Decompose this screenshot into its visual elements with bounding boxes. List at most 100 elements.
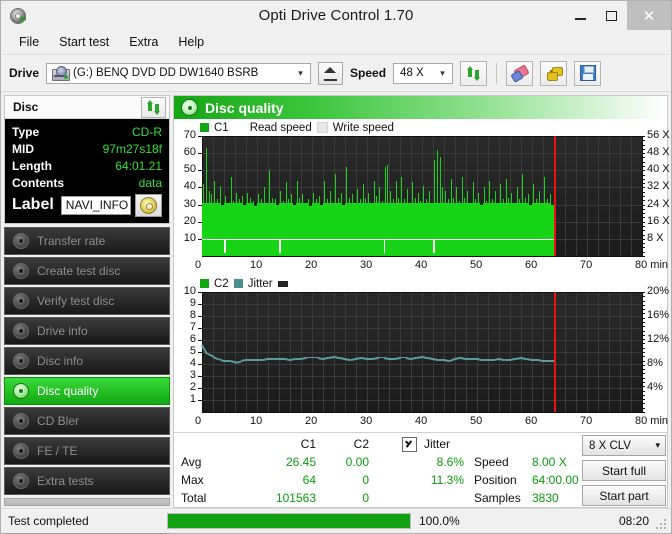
gridline-h: [202, 340, 642, 341]
c1-spike: [436, 149, 438, 203]
y2-tick-label: 4%: [647, 381, 663, 393]
speed-select[interactable]: 48 X ▾: [393, 62, 454, 84]
disc-refresh-button[interactable]: [141, 96, 166, 118]
jitter-segment: [532, 359, 538, 361]
sidebar-item-cd-bler[interactable]: CD Bler: [4, 407, 170, 435]
c1-spike: [340, 192, 342, 203]
y-tick-label: 40: [183, 180, 196, 193]
c1-spike: [472, 182, 474, 203]
c1-spike: [423, 185, 424, 203]
sidebar-item-extra-tests[interactable]: Extra tests: [4, 467, 170, 495]
disc-row-label: Label NAVI_INFO: [12, 193, 162, 217]
y-tick-label: 2: [189, 381, 196, 393]
plug-icon: [546, 66, 563, 81]
c1-spike: [329, 190, 331, 203]
jitter-checkbox[interactable]: [402, 437, 417, 452]
refresh-button[interactable]: [460, 60, 488, 86]
gridline-h: [202, 376, 642, 377]
c1-spike: [302, 194, 303, 203]
jitter-segment: [400, 356, 406, 359]
y-tick-label: 10: [183, 231, 196, 244]
c1-spike: [208, 190, 210, 203]
c1-spike: [324, 180, 325, 203]
sidebar-item-disc-quality[interactable]: Disc quality: [4, 377, 170, 405]
resize-grip-icon[interactable]: [656, 519, 667, 530]
drive-select[interactable]: (G:) BENQ DVD DD DW1640 BSRB ▾: [46, 62, 312, 84]
jitter-segment: [389, 358, 395, 360]
read-speed-line: [202, 238, 554, 241]
stats-max-c2: 0: [362, 473, 369, 487]
c2-legend: C2 Jitter: [174, 277, 667, 290]
disc-test-icon: [13, 353, 29, 369]
x-tick-label: 40: [415, 259, 428, 271]
c1-spike: [478, 192, 479, 203]
y-tick-label: 70: [183, 129, 196, 141]
gridline-h: [202, 352, 642, 353]
x-tick-label: 0: [195, 259, 202, 271]
stats-max-jitter: 11.3%: [430, 473, 464, 487]
start-full-button[interactable]: Start full: [582, 460, 666, 481]
jitter-segment: [367, 358, 373, 360]
erase-button[interactable]: [506, 60, 534, 86]
disc-test-icon: [13, 413, 29, 429]
sidebar-item-label: CD Bler: [37, 414, 80, 428]
y2-tick-label: 56 X: [647, 129, 670, 141]
start-part-button[interactable]: Start part: [582, 485, 666, 506]
gridline-h: [202, 400, 642, 401]
c1-spike: [335, 173, 336, 203]
c1-spike: [269, 170, 270, 203]
drive-toolbar: Drive (G:) BENQ DVD DD DW1640 BSRB ▾ Spe…: [1, 55, 671, 92]
sidebar-item-verify-test-disc[interactable]: Verify test disc: [4, 287, 170, 315]
gridline-h: [202, 153, 642, 155]
content-panel: Disc quality C1 Read speed Write speed 1…: [173, 95, 670, 508]
c2-plot[interactable]: 1 2 3 4 5 6 7 8 9 10 4% 8% 12% 16% 20% 0 10 20 30 40 50 60 70 8…: [174, 285, 669, 430]
c1-spike: [351, 194, 353, 203]
write-speed-select-value: 8 X CLV: [589, 439, 631, 452]
top-axis: [202, 136, 643, 137]
c1-spike: [225, 196, 226, 203]
c1-spike: [511, 192, 512, 203]
legend-swatch-marker: [277, 280, 288, 287]
c1-spike: [390, 190, 391, 203]
disc-row-length: Length 64:01.21: [12, 157, 162, 174]
progress-fill: [168, 514, 410, 528]
eject-button[interactable]: [318, 61, 344, 85]
c1-spike: [387, 165, 389, 203]
gridline-h: [202, 364, 642, 365]
jitter-segment: [312, 356, 318, 359]
read-speed-dip: [224, 238, 226, 253]
menu-item-start-test[interactable]: Start test: [50, 32, 118, 52]
disc-label-input[interactable]: NAVI_INFO: [60, 195, 131, 215]
disc-quality-icon: [181, 99, 198, 116]
sidebar-item-transfer-rate[interactable]: Transfer rate: [4, 227, 170, 255]
sidebar-item-create-test-disc[interactable]: Create test disc: [4, 257, 170, 285]
stats-total-c1: 101563: [275, 491, 316, 505]
progress-percent: 100.0%: [419, 514, 460, 528]
c1-plot[interactable]: 10 20 30 40 50 60 70 8 X 16 X 24 X 32 X 40 X 48 X 56 …: [174, 129, 670, 274]
settings-button[interactable]: [540, 60, 568, 86]
c1-spike: [417, 192, 419, 203]
sidebar-item-drive-info[interactable]: Drive info: [4, 317, 170, 345]
disc-label-button[interactable]: [135, 193, 162, 217]
menu-item-extra[interactable]: Extra: [120, 32, 167, 52]
menu-item-help[interactable]: Help: [169, 32, 213, 52]
y-tick-label: 10: [183, 285, 196, 297]
charts-area: C1 Read speed Write speed 10 20 30 40 50 60 70…: [174, 119, 670, 432]
x-tick-label: 80 min: [635, 259, 669, 271]
c1-spike: [203, 184, 204, 203]
c1-spike: [439, 156, 441, 203]
window-title: Opti Drive Control 1.70: [258, 7, 414, 24]
save-button[interactable]: [574, 60, 602, 86]
disc-test-icon: [13, 383, 29, 399]
sidebar-item-disc-info[interactable]: Disc info: [4, 347, 170, 375]
menu-item-file[interactable]: File: [10, 32, 48, 52]
sidebar-item-label: Extra tests: [37, 474, 94, 488]
write-speed-select[interactable]: 8 X CLV ▾: [582, 435, 666, 456]
disc-test-icon: [13, 473, 29, 489]
statistics-panel: C1 C2 Jitter Avg Max Total 26.45 64 1015…: [174, 432, 667, 507]
x-tick-label: 30: [360, 259, 373, 271]
y2-tick-label: 20%: [647, 285, 670, 297]
disc-value: 97m27s18f: [102, 141, 162, 156]
y2-tick-label: 32 X: [647, 180, 670, 193]
sidebar-item-fe-te[interactable]: FE / TE: [4, 437, 170, 465]
